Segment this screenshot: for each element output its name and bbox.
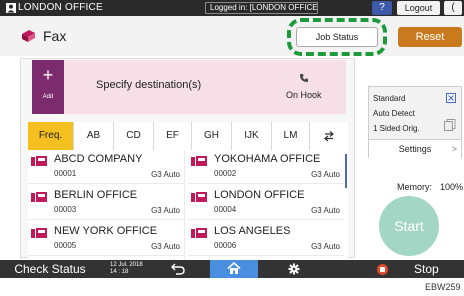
time-text: 14 : 18 xyxy=(110,269,129,275)
entry-mode: G3 Auto xyxy=(151,206,180,215)
settings-label: Settings xyxy=(398,144,432,154)
logout-button[interactable]: Logout xyxy=(397,1,440,15)
phone-icon xyxy=(300,74,308,82)
entry-name: ABCD COMPANY xyxy=(54,153,143,165)
add-label: Add xyxy=(42,94,54,100)
fax-destination-icon xyxy=(31,192,47,202)
date-time: 12 Jul. 2018 14 : 18 xyxy=(110,262,143,276)
fax-destination-icon xyxy=(191,156,207,166)
entry-number: 00001 xyxy=(54,169,77,178)
tab-cd[interactable]: CD xyxy=(114,122,154,150)
home-button[interactable] xyxy=(210,260,258,278)
tab-freq[interactable]: Freq. xyxy=(28,122,74,150)
figure-code: EBW259 xyxy=(425,282,461,292)
stop-icon[interactable] xyxy=(377,264,388,275)
home-icon xyxy=(227,262,241,274)
help-button[interactable]: ? xyxy=(372,1,392,15)
power-button[interactable]: ( xyxy=(444,1,462,15)
gear-icon[interactable] xyxy=(288,263,300,275)
tab-ef[interactable]: EF xyxy=(154,122,192,150)
settings-button[interactable]: Settings > xyxy=(369,139,461,158)
scan-settings-panel: Standard Auto Detect 1 Sided Orig. Setti… xyxy=(368,86,462,158)
entry-name: BERLIN OFFICE xyxy=(54,189,138,201)
chevron-right-icon: > xyxy=(451,144,457,154)
density-value: Auto Detect xyxy=(373,109,415,118)
stop-button[interactable]: Stop xyxy=(414,260,439,278)
plus-icon: + xyxy=(42,65,54,85)
bottom-bar: Check Status 12 Jul. 2018 14 : 18 Stop xyxy=(0,260,464,278)
memory-label: Memory: xyxy=(397,182,433,192)
swap-arrows-icon xyxy=(324,131,334,142)
app-header: Fax xyxy=(0,16,464,56)
entry-name: NEW YORK OFFICE xyxy=(54,225,158,237)
destination-prompt: Specify destination(s) xyxy=(96,79,202,91)
fax-destination-icon xyxy=(191,192,207,202)
entry-mode: G3 Auto xyxy=(151,242,180,251)
check-status-button[interactable]: Check Status xyxy=(0,260,100,278)
entry-mode: G3 Auto xyxy=(311,170,340,179)
tab-lm[interactable]: LM xyxy=(272,122,310,150)
on-hook-button[interactable]: On Hook xyxy=(286,90,322,100)
memory-value: 100% xyxy=(440,182,464,192)
start-button[interactable]: Start xyxy=(379,196,439,256)
page-title: Fax xyxy=(43,28,67,44)
address-list: ABCD COMPANY 00001 G3 Auto YOKOHAMA OFFI… xyxy=(28,150,348,260)
fax-destination-icon xyxy=(31,156,47,166)
fax-icon xyxy=(22,30,35,42)
tab-gh[interactable]: GH xyxy=(192,122,232,150)
resolution-icon xyxy=(446,93,456,103)
top-status-bar: LONDON OFFICE Logged in: [LONDON OFFICE]… xyxy=(0,0,464,16)
entry-number: 00004 xyxy=(214,205,237,214)
entry-number: 00006 xyxy=(214,241,237,250)
entry-mode: G3 Auto xyxy=(151,170,180,179)
entry-mode: G3 Auto xyxy=(311,206,340,215)
add-destination-button[interactable]: + Add xyxy=(32,60,64,114)
original-type-value: 1 Sided Orig. xyxy=(373,124,420,133)
office-name: LONDON OFFICE xyxy=(18,2,103,13)
entry-name: LOS ANGELES xyxy=(214,225,291,237)
entry-name: YOKOHAMA OFFICE xyxy=(214,153,321,165)
entry-number: 00003 xyxy=(54,205,77,214)
back-icon[interactable] xyxy=(171,263,185,275)
date-text: 12 Jul. 2018 xyxy=(110,262,143,268)
list-scrollbar[interactable] xyxy=(345,154,347,188)
tab-ijk[interactable]: IJK xyxy=(232,122,272,150)
entry-number: 00002 xyxy=(214,169,237,178)
entry-name: LONDON OFFICE xyxy=(214,189,305,201)
tab-swap-button[interactable] xyxy=(310,122,348,150)
destination-field[interactable]: Specify destination(s) On Hook xyxy=(64,60,346,114)
list-item[interactable]: LONDON OFFICE 00004 G3 Auto xyxy=(188,186,344,220)
job-status-highlight xyxy=(287,18,387,56)
logged-in-status: Logged in: [LONDON OFFICE] xyxy=(205,2,318,14)
index-tabs: Freq. AB CD EF GH IJK LM xyxy=(28,122,348,150)
list-item[interactable]: BERLIN OFFICE 00003 G3 Auto xyxy=(28,186,184,220)
entry-number: 00005 xyxy=(54,241,77,250)
tab-ab[interactable]: AB xyxy=(74,122,114,150)
user-icon xyxy=(6,3,16,13)
list-divider xyxy=(184,150,185,260)
fax-destination-icon xyxy=(31,228,47,238)
reset-button[interactable]: Reset xyxy=(398,27,462,47)
list-item[interactable]: NEW YORK OFFICE 00005 G3 Auto xyxy=(28,222,184,256)
list-item[interactable]: ABCD COMPANY 00001 G3 Auto xyxy=(28,150,184,184)
list-item[interactable]: LOS ANGELES 00006 G3 Auto xyxy=(188,222,344,256)
fax-destination-icon xyxy=(191,228,207,238)
list-item[interactable]: YOKOHAMA OFFICE 00002 G3 Auto xyxy=(188,150,344,184)
resolution-value: Standard xyxy=(373,94,406,103)
entry-mode: G3 Auto xyxy=(311,242,340,251)
original-pages-icon xyxy=(444,119,456,131)
